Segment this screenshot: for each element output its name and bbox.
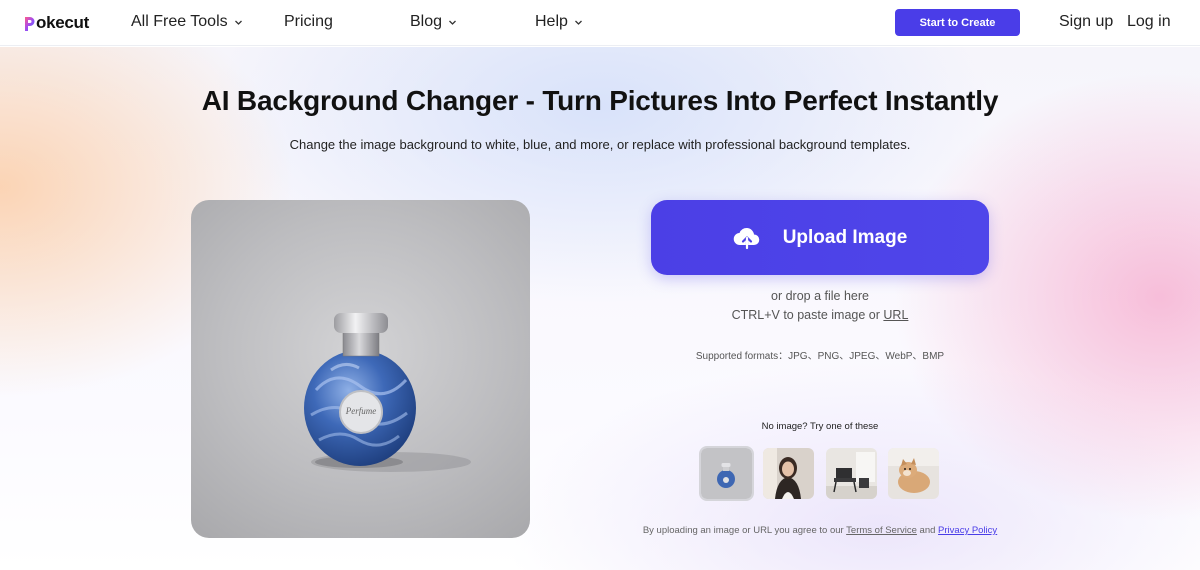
start-to-create-button[interactable]: Start to Create [895,9,1020,36]
sample-thumb-dog[interactable] [888,448,939,499]
chevron-down-icon [574,20,582,25]
upload-image-button[interactable]: Upload Image [651,200,989,275]
paste-hint-text: CTRL+V to paste image or [731,308,884,322]
chair-thumb-image [826,448,877,499]
nav-blog[interactable]: Blog [410,12,457,32]
chevron-down-icon [449,20,456,25]
log-in-link[interactable]: Log in [1127,12,1171,32]
nav-label: All Free Tools [131,13,228,30]
sample-thumb-woman[interactable] [763,448,814,499]
nav-pricing[interactable]: Pricing [284,12,333,32]
woman-thumb-image [763,448,814,499]
dog-thumb-image [888,448,939,499]
paste-hint: CTRL+V to paste image or URL [651,308,989,322]
terms-notice: By uploading an image or URL you agree t… [600,525,1040,536]
sample-thumb-perfume[interactable] [699,446,754,501]
privacy-policy-link[interactable]: Privacy Policy [938,525,997,536]
nav-label: Help [535,13,568,30]
supported-formats: Supported formats：JPG、PNG、JPEG、WebP、BMP [695,351,945,362]
hero-section: AI Background Changer - Turn Pictures In… [0,47,1200,570]
svg-text:Perfume: Perfume [345,406,377,416]
sign-up-link[interactable]: Sign up [1059,12,1113,32]
sample-images-label: No image? Try one of these [761,421,879,432]
nav-all-free-tools[interactable]: All Free Tools [131,12,243,32]
terms-prefix: By uploading an image or URL you agree t… [642,525,847,536]
logo-text: okecut [36,13,89,32]
perfume-bottle-illustration: Perfume [304,313,471,472]
nav-help[interactable]: Help [535,12,583,32]
logo[interactable]: okecut [24,13,89,33]
terms-of-service-link[interactable]: Terms of Service [846,525,917,536]
upload-button-label: Upload Image [782,226,908,248]
nav-label: Blog [410,13,443,30]
perfume-thumb-image [701,448,752,499]
top-nav: okecut All Free Tools Pricing Blog Help … [0,0,1200,46]
page-subtitle: Change the image background to white, bl… [289,137,911,152]
sample-thumb-chair[interactable] [826,448,877,499]
pokecut-logo-icon [25,16,35,31]
nav-label: Pricing [284,13,333,30]
cloud-upload-icon [733,227,759,249]
terms-and: and [916,525,939,536]
chevron-down-icon [234,20,242,25]
drop-hint: or drop a file here [771,289,869,303]
url-link[interactable]: URL [883,308,908,322]
preview-image: Perfume [191,200,530,538]
page-title: AI Background Changer - Turn Pictures In… [201,85,999,116]
